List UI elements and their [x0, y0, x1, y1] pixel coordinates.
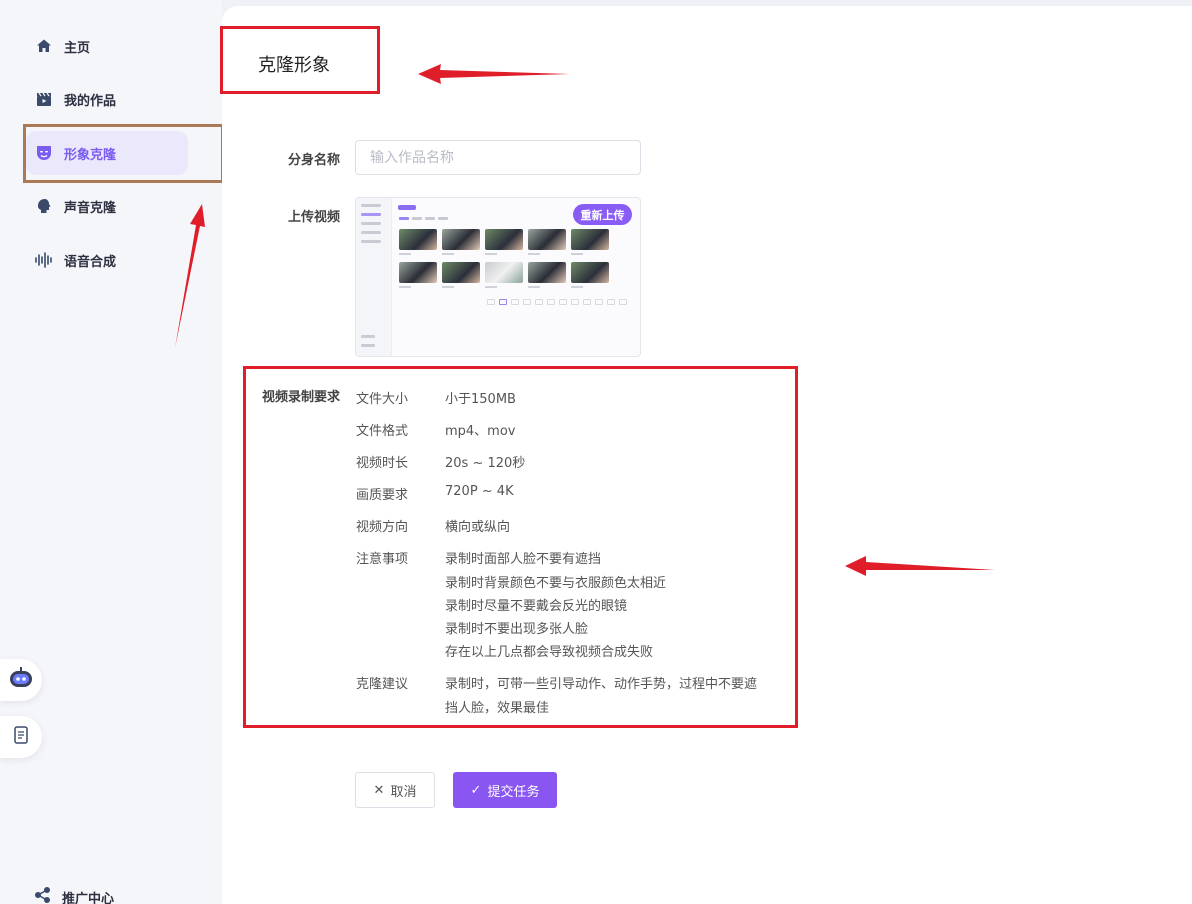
sidebar-item-label: 声音克隆	[64, 200, 117, 216]
req-key: 克隆建议	[356, 677, 409, 692]
annotation-box-sidebar	[23, 124, 224, 183]
upload-label: 上传视频	[288, 210, 341, 225]
home-icon	[34, 36, 54, 56]
req-value: 小于150MB	[445, 392, 516, 407]
check-icon: ✓	[470, 782, 482, 798]
req-value: 录制时，可带一些引导动作、动作手势，过程中不要遮	[445, 677, 758, 692]
req-value: 录制时面部人脸不要有遮挡	[445, 552, 602, 567]
sidebar-item-home[interactable]: 主页	[26, 24, 188, 68]
sidebar-item-label: 主页	[64, 40, 91, 56]
req-value: 挡人脸，效果最佳	[445, 701, 550, 716]
submit-label: 提交任务	[487, 784, 540, 800]
cancel-button[interactable]: ✕ 取消	[355, 772, 435, 808]
requirements-heading: 视频录制要求	[262, 390, 341, 405]
sidebar-item-my-works[interactable]: 我的作品	[26, 77, 188, 121]
req-value: 720P ~ 4K	[445, 484, 514, 499]
document-icon	[13, 726, 29, 748]
sidebar-item-tts[interactable]: 语音合成	[26, 238, 188, 282]
req-value: 存在以上几点都会导致视频合成失败	[445, 645, 654, 660]
sidebar-item-label: 语音合成	[64, 254, 117, 270]
robot-assistant-icon	[8, 667, 34, 693]
submit-button[interactable]: ✓ 提交任务	[453, 772, 557, 808]
thumb-sidebar	[356, 198, 392, 356]
robot-assistant-button[interactable]	[0, 659, 42, 701]
reupload-button[interactable]: 重新上传	[573, 204, 632, 225]
req-value: 20s ~ 120秒	[445, 456, 526, 471]
page-title: 克隆形象	[258, 55, 330, 76]
sidebar-item-promo[interactable]: 推广中心	[34, 886, 114, 904]
req-value: mp4、mov	[445, 424, 516, 439]
voice-head-icon	[34, 196, 54, 216]
sidebar-item-label: 我的作品	[64, 93, 117, 109]
clapperboard-icon	[34, 89, 54, 109]
document-button[interactable]	[0, 716, 42, 758]
req-value: 录制时背景颜色不要与衣服颜色太相近	[445, 576, 667, 591]
req-key: 注意事项	[356, 552, 409, 567]
cancel-label: 取消	[390, 784, 417, 800]
req-value: 录制时不要出现多张人脸	[445, 622, 589, 637]
req-key: 视频时长	[356, 456, 409, 471]
req-value: 录制时尽量不要戴会反光的眼镜	[445, 599, 628, 614]
close-icon: ✕	[373, 782, 385, 798]
sidebar-item-voice-clone[interactable]: 声音克隆	[26, 184, 188, 228]
promo-label: 推广中心	[62, 891, 115, 904]
req-key: 视频方向	[356, 520, 409, 535]
waveform-icon	[34, 250, 54, 270]
req-key: 画质要求	[356, 488, 409, 503]
name-input[interactable]	[355, 140, 641, 175]
req-value: 横向或纵向	[445, 520, 511, 535]
share-icon	[34, 886, 52, 904]
req-key: 文件格式	[356, 424, 409, 439]
req-key: 文件大小	[356, 392, 409, 407]
name-label: 分身名称	[288, 153, 341, 168]
